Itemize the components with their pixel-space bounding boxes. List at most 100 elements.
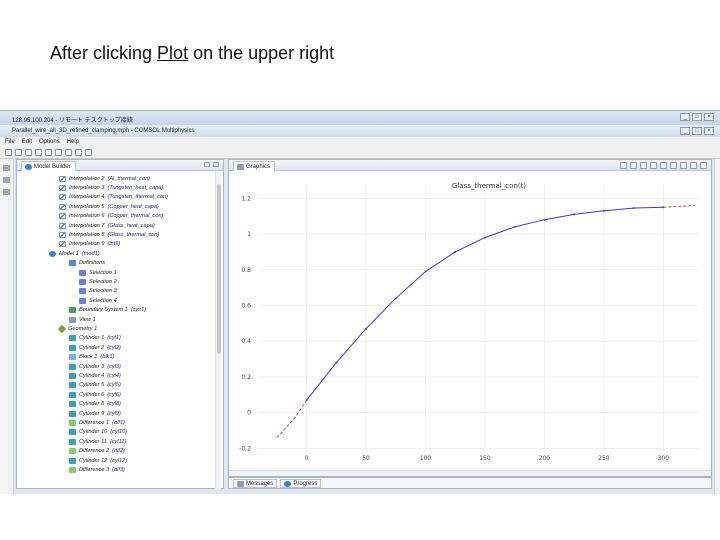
undo-icon[interactable] bbox=[35, 149, 42, 156]
caption-after: on the upper right bbox=[188, 43, 335, 63]
app-close-button[interactable]: × bbox=[704, 127, 714, 135]
plot-dropdown-icon[interactable] bbox=[85, 149, 92, 156]
tab-graphics[interactable]: Graphics bbox=[233, 160, 276, 171]
camera-icon[interactable] bbox=[690, 162, 697, 169]
tree-node[interactable]: Definitions bbox=[69, 259, 108, 268]
tree-node-label: Definitions bbox=[79, 260, 106, 267]
tree-node[interactable]: Cylinder 10 (cyl10) bbox=[69, 428, 127, 437]
tree-node[interactable]: Interpolation 9 (int9) bbox=[59, 240, 120, 249]
tree-node-argument: (Al_thermal_con) bbox=[107, 175, 151, 182]
model-icon[interactable] bbox=[55, 149, 62, 156]
tree-node[interactable]: Interpolation 3 (Tungsten_heat_capa) bbox=[59, 183, 163, 192]
model-builder-icon bbox=[25, 163, 32, 170]
tree-node[interactable]: Interpolation 2 (Al_thermal_con) bbox=[59, 174, 150, 183]
zoom-extents-icon[interactable] bbox=[650, 162, 657, 169]
tree-node[interactable]: Selection 4 bbox=[79, 296, 120, 305]
tree-node-argument: (Tungsten_heat_capa) bbox=[107, 184, 164, 191]
tree-node-label: Interpolation 7 bbox=[69, 222, 105, 229]
minimize-button[interactable]: _ bbox=[680, 113, 690, 121]
remote-desktop-titlebar: 128.95.100.204 - リモート デスクトップ接続 _ □ × bbox=[0, 111, 720, 125]
tree-node[interactable]: Selection 2 bbox=[79, 277, 120, 286]
close-button[interactable]: × bbox=[704, 113, 714, 121]
zoom-out-icon[interactable] bbox=[630, 162, 637, 169]
tree-node-label: Interpolation 3 bbox=[69, 184, 105, 191]
legend-toggle-icon[interactable] bbox=[680, 162, 687, 169]
tree-node[interactable]: Cylinder 5 (cyl5) bbox=[69, 381, 121, 390]
open-file-icon[interactable] bbox=[15, 149, 22, 156]
model-builder-panel: Model Builder Interpolation 2 (Al_thermal… bbox=[16, 159, 224, 489]
tree-node[interactable]: Cylinder 3 (cyl3) bbox=[69, 362, 121, 371]
tree-node[interactable]: Difference 1 (dif1) bbox=[69, 418, 125, 427]
tree-node-label: Cylinder 11 bbox=[79, 438, 107, 445]
menu-file[interactable]: File bbox=[5, 139, 15, 147]
tree-node[interactable]: Cylinder 1 (cyl1) bbox=[69, 334, 121, 343]
layout-icon[interactable] bbox=[65, 149, 72, 156]
tree-node[interactable]: Boundary System 1 (sys1) bbox=[69, 306, 146, 315]
zoom-box-icon[interactable] bbox=[640, 162, 647, 169]
redo-icon[interactable] bbox=[45, 149, 52, 156]
tree-node-label: Selection 4 bbox=[89, 297, 117, 304]
tree-node-argument: (cyl10) bbox=[110, 429, 128, 436]
view-node-icon bbox=[69, 316, 76, 323]
tree-node[interactable]: Selection 1 bbox=[79, 268, 120, 277]
tree-node[interactable]: Difference 3 (dif3) bbox=[69, 465, 125, 474]
chart-title: Glass_thermal_con(t) bbox=[452, 182, 526, 190]
tree-node-argument: (cyl12) bbox=[110, 457, 128, 464]
tree-node[interactable]: Geometry 1 bbox=[57, 324, 100, 334]
menu-help[interactable]: Help bbox=[67, 139, 79, 147]
tree-node[interactable]: Interpolation 6 (Copper_thermal_con) bbox=[59, 212, 163, 221]
model-tree-scrollbar[interactable] bbox=[215, 172, 221, 489]
tab-progress[interactable]: Progress bbox=[280, 479, 322, 488]
panel-maximize-button[interactable] bbox=[213, 162, 219, 167]
tree-node[interactable]: View 1 bbox=[69, 315, 99, 324]
data-point bbox=[573, 213, 576, 216]
maximize-button[interactable]: □ bbox=[692, 113, 702, 121]
app-maximize-button[interactable]: □ bbox=[692, 127, 702, 135]
save-icon[interactable] bbox=[25, 149, 32, 156]
tree-node[interactable]: Cylinder 2 (cyl2) bbox=[69, 343, 121, 352]
interp-node-icon bbox=[59, 203, 66, 210]
tree-node[interactable]: Interpolation 8 (Glass_thermal_con) bbox=[59, 230, 159, 239]
main-toolbar bbox=[0, 147, 720, 159]
tree-node[interactable]: Model 1 (mod1) bbox=[49, 249, 100, 258]
new-file-icon[interactable] bbox=[5, 149, 12, 156]
menu-options[interactable]: Options bbox=[39, 139, 60, 147]
tree-node[interactable]: Interpolation 4 (Tungsten_thermal_con) bbox=[59, 193, 168, 202]
tree-node[interactable]: Interpolation 7 (Glass_heat_capa) bbox=[59, 221, 155, 230]
side-tool-icon[interactable] bbox=[3, 189, 10, 195]
graphics-scrollbar[interactable] bbox=[229, 470, 711, 476]
tree-node-argument: (cyl4) bbox=[107, 372, 121, 379]
tab-model-builder[interactable]: Model Builder bbox=[21, 160, 76, 171]
axis-toggle-icon[interactable] bbox=[670, 162, 677, 169]
menu-edit[interactable]: Edit bbox=[22, 139, 32, 147]
tree-node-label: Cylinder 9 bbox=[79, 410, 105, 417]
compute-icon[interactable] bbox=[75, 149, 82, 156]
zoom-in-icon[interactable] bbox=[620, 162, 627, 169]
tree-node[interactable]: Difference 2 (dif2) bbox=[69, 447, 125, 456]
tree-node[interactable]: Selection 3 bbox=[79, 287, 120, 296]
side-tool-icon[interactable] bbox=[3, 177, 10, 183]
app-minimize-button[interactable]: _ bbox=[680, 127, 690, 135]
print-icon[interactable] bbox=[700, 162, 707, 169]
tree-node[interactable]: Cylinder 12 (cyl12) bbox=[69, 456, 127, 465]
tree-node-argument: (sys1) bbox=[130, 307, 147, 314]
interp-node-icon bbox=[59, 222, 66, 229]
tree-node-label: Difference 1 bbox=[79, 419, 110, 426]
interp-node-icon bbox=[59, 231, 66, 238]
tree-node-label: Interpolation 4 bbox=[69, 194, 105, 201]
tree-node[interactable]: Cylinder 11 (cyl11) bbox=[69, 437, 126, 446]
tree-node[interactable]: Cylinder 6 (cyl6) bbox=[69, 390, 121, 399]
grid-toggle-icon[interactable] bbox=[660, 162, 667, 169]
panel-minimize-button[interactable] bbox=[204, 162, 210, 167]
side-tool-icon[interactable] bbox=[3, 165, 10, 171]
x-tick-label: 150 bbox=[479, 455, 491, 462]
tree-node[interactable]: Interpolation 5 (Copper_heat_capa) bbox=[59, 202, 159, 211]
tree-node-argument: (cyl9) bbox=[107, 410, 121, 417]
tree-node[interactable]: Block 1 (blk1) bbox=[69, 353, 114, 362]
tree-node[interactable]: Cylinder 9 (cyl9) bbox=[69, 409, 121, 418]
scrollbar-thumb[interactable] bbox=[217, 184, 221, 354]
tree-node[interactable]: Cylinder 8 (cyl8) bbox=[69, 400, 121, 409]
tab-messages[interactable]: Messages bbox=[233, 479, 278, 488]
comsol-screenshot: 128.95.100.204 - リモート デスクトップ接続 _ □ × Par… bbox=[0, 110, 720, 494]
tree-node[interactable]: Cylinder 4 (cyl4) bbox=[69, 371, 121, 380]
